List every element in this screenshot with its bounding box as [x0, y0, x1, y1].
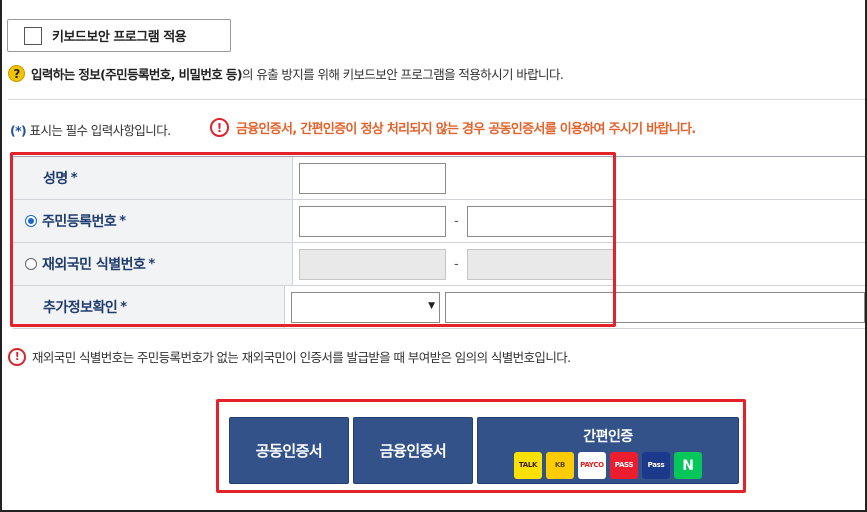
foreigner-footnote: ! 재외국민 식별번호는 주민등록번호가 없는 재외국민이 인증서를 발급받을 … [8, 347, 571, 366]
divider [8, 99, 865, 100]
payco-icon: PAYCO [578, 452, 606, 479]
extra-label: 추가정보확인 [43, 300, 118, 316]
chevron-down-icon: ▼ [428, 300, 435, 311]
provider-badges: TALK KB PAYCO PASS Pass N [514, 452, 702, 479]
name-input[interactable] [299, 162, 446, 194]
foreigner-dash: - [454, 256, 459, 272]
foreigner-back-input [466, 248, 614, 280]
required-note: (*) 표시는 필수 입력사항입니다. [10, 120, 172, 139]
extra-info-select[interactable]: ▼ [291, 291, 440, 323]
keyboard-security-label: 키보드보안 프로그램 적용 [52, 30, 187, 45]
exclamation-icon: ! [210, 118, 229, 137]
name-header: 성명 * [13, 157, 293, 199]
naver-icon: N [674, 452, 702, 479]
keyboard-security-checkbox[interactable] [24, 26, 42, 45]
cert-warning: ! 금융인증서, 간편인증이 정상 처리되지 않는 경우 공동인증서를 이용하여… [210, 118, 696, 137]
foreigner-cell: - [293, 243, 865, 285]
resident-radio[interactable] [25, 215, 37, 227]
simple-auth-label: 간편인증 [583, 429, 633, 445]
simple-auth-button[interactable]: 간편인증 TALK KB PAYCO PASS Pass N [477, 417, 739, 484]
required-star: (*) [10, 123, 27, 138]
foreigner-header: 재외국민 식별번호 * [13, 243, 293, 285]
required-star: * [70, 170, 78, 186]
form-row-resident: 주민등록번호 * - [13, 200, 865, 243]
pass-red-icon: PASS [610, 452, 638, 479]
kakao-icon: TALK [514, 452, 542, 479]
question-icon: ? [8, 65, 25, 82]
notice-bold-text: 입력하는 정보(주민등록번호, 비밀번호 등) [31, 67, 243, 82]
form-row-foreigner: 재외국민 식별번호 * - [13, 243, 865, 286]
pass-blue-icon: Pass [642, 452, 670, 479]
resident-label: 주민등록번호 [42, 214, 117, 230]
required-star: * [119, 213, 126, 229]
required-star: * [120, 299, 127, 315]
form-row-name: 성명 * [13, 157, 865, 200]
financial-cert-label: 금융인증서 [379, 442, 447, 460]
notice-rest-text: 의 유출 방지를 위해 키보드보안 프로그램을 적용하시기 바랍니다. [241, 67, 564, 82]
foreigner-radio[interactable] [25, 258, 37, 270]
resident-cell: - [293, 200, 865, 242]
foreigner-label: 재외국민 식별번호 [42, 257, 146, 273]
extra-header: 추가정보확인 * [13, 286, 285, 328]
resident-front-input[interactable] [299, 205, 446, 237]
extra-info-input[interactable] [445, 291, 865, 323]
kb-icon: KB [546, 452, 574, 479]
warning-text: 금융인증서, 간편인증이 정상 처리되지 않는 경우 공동인증서를 이용하여 주… [236, 122, 696, 137]
keyboard-notice: ? 입력하는 정보(주민등록번호, 비밀번호 등) 의 유출 방지를 위해 키보… [8, 64, 564, 83]
resident-dash: - [454, 213, 459, 229]
extra-cell: ▼ [285, 286, 865, 328]
financial-cert-button[interactable]: 금융인증서 [353, 417, 473, 484]
footnote-text: 재외국민 식별번호는 주민등록번호가 없는 재외국민이 인증서를 발급받을 때 … [32, 350, 571, 365]
identity-form: 성명 * 주민등록번호 * - 재외국민 식별번호 * - 추가정보확인 * ▼ [13, 156, 865, 329]
required-star: * [148, 256, 155, 272]
keyboard-security-toggle[interactable]: 키보드보안 프로그램 적용 [7, 19, 231, 52]
name-cell [293, 157, 865, 199]
resident-back-input[interactable] [466, 205, 614, 237]
required-note-text: 표시는 필수 입력사항입니다. [26, 123, 172, 138]
form-row-extra: 추가정보확인 * ▼ [13, 286, 865, 329]
exclamation-icon: ! [8, 347, 26, 366]
foreigner-front-input [299, 248, 446, 280]
joint-cert-button[interactable]: 공동인증서 [229, 417, 349, 484]
joint-cert-label: 공동인증서 [255, 442, 323, 460]
resident-header: 주민등록번호 * [13, 200, 293, 242]
name-label: 성명 [43, 171, 68, 187]
